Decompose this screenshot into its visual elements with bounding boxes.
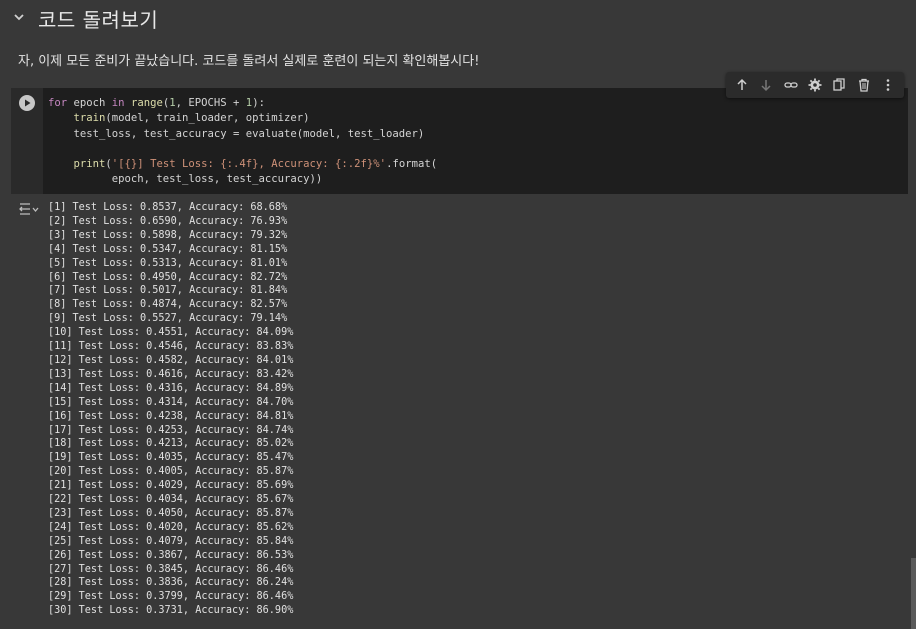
output-line: [2] Test Loss: 0.6590, Accuracy: 76.93% xyxy=(48,215,288,227)
arrow-down-icon xyxy=(761,80,771,92)
arrow-up-icon xyxy=(737,78,747,90)
settings-button[interactable] xyxy=(806,76,824,94)
output-line: [10] Test Loss: 0.4551, Accuracy: 84.09% xyxy=(48,327,294,339)
delete-button[interactable] xyxy=(855,76,873,94)
text-cell[interactable]: 자, 이제 모든 준비가 끝났습니다. 코드를 돌려서 실제로 훈련이 되는지 … xyxy=(18,50,479,69)
output-line: [29] Test Loss: 0.3799, Accuracy: 86.46% xyxy=(48,591,294,603)
mirror-cell-icon xyxy=(833,78,845,91)
output-line: [19] Test Loss: 0.4035, Accuracy: 85.47% xyxy=(48,452,294,464)
output-line: [24] Test Loss: 0.4020, Accuracy: 85.62% xyxy=(48,521,294,533)
code-cell[interactable]: for epoch in range(1, EPOCHS + 1): train… xyxy=(11,88,908,194)
output-line: [7] Test Loss: 0.5017, Accuracy: 81.84% xyxy=(48,285,288,297)
mirror-cell-button[interactable] xyxy=(830,76,848,94)
output-line: [14] Test Loss: 0.4316, Accuracy: 84.89% xyxy=(48,382,294,394)
code-line-1: for epoch in range(1, EPOCHS + 1): xyxy=(48,97,265,109)
code-line-6: epoch, test_loss, test_accuracy)) xyxy=(111,173,323,186)
output-line: [16] Test Loss: 0.4238, Accuracy: 84.81% xyxy=(48,410,294,422)
link-icon xyxy=(784,82,798,88)
output-line: [17] Test Loss: 0.4253, Accuracy: 84.74% xyxy=(48,424,294,436)
output-line: [9] Test Loss: 0.5527, Accuracy: 79.14% xyxy=(48,313,288,325)
output-line: [12] Test Loss: 0.4582, Accuracy: 84.01% xyxy=(48,354,294,366)
output-line: [23] Test Loss: 0.4050, Accuracy: 85.87% xyxy=(48,507,294,519)
output-line: [8] Test Loss: 0.4874, Accuracy: 82.57% xyxy=(48,299,288,311)
output-line: [1] Test Loss: 0.8537, Accuracy: 68.68% xyxy=(48,202,288,213)
move-up-button[interactable] xyxy=(733,76,751,94)
more-vert-icon xyxy=(886,79,890,91)
output-line: [27] Test Loss: 0.3845, Accuracy: 86.46% xyxy=(48,563,294,575)
output-line: [6] Test Loss: 0.4950, Accuracy: 82.72% xyxy=(48,271,288,283)
gear-icon xyxy=(808,78,822,92)
link-button[interactable] xyxy=(782,76,800,94)
output-menu-icon[interactable] xyxy=(19,202,39,216)
run-cell-button[interactable] xyxy=(19,95,35,111)
code-line-3: test_loss, test_accuracy = evaluate(mode… xyxy=(73,127,425,140)
section-title: 코드 돌려보기 xyxy=(38,8,159,32)
trash-icon xyxy=(858,78,869,92)
notebook-page: 코드 돌려보기 자, 이제 모든 준비가 끝났습니다. 코드를 돌려서 실제로 … xyxy=(0,0,916,629)
output-line: [21] Test Loss: 0.4029, Accuracy: 85.69% xyxy=(48,480,294,492)
output-line: [26] Test Loss: 0.3867, Accuracy: 86.53% xyxy=(48,549,294,561)
output-line: [25] Test Loss: 0.4079, Accuracy: 85.84% xyxy=(48,535,294,547)
output-line: [28] Test Loss: 0.3836, Accuracy: 86.24% xyxy=(48,577,294,589)
output-text: [1] Test Loss: 0.8537, Accuracy: 68.68% [… xyxy=(48,201,293,618)
output-line: [18] Test Loss: 0.4213, Accuracy: 85.02% xyxy=(48,438,294,450)
output-line: [30] Test Loss: 0.3731, Accuracy: 86.90% xyxy=(48,605,294,617)
move-down-button[interactable] xyxy=(757,76,775,94)
section-header[interactable]: 코드 돌려보기 xyxy=(0,0,916,36)
cell-toolbar xyxy=(726,72,904,98)
play-icon xyxy=(25,99,31,107)
scrollbar[interactable] xyxy=(911,558,916,629)
chevron-down-icon[interactable] xyxy=(12,10,26,24)
code-line-2: train(model, train_loader, optimizer) xyxy=(73,112,310,125)
output-line: [11] Test Loss: 0.4546, Accuracy: 83.83% xyxy=(48,341,294,353)
output-line: [22] Test Loss: 0.4034, Accuracy: 85.67% xyxy=(48,494,294,506)
code-line-5: print('[{}] Test Loss: {:.4f}, Accuracy:… xyxy=(73,158,438,171)
code-editor[interactable]: for epoch in range(1, EPOCHS + 1): train… xyxy=(48,96,437,188)
output-line: [5] Test Loss: 0.5313, Accuracy: 81.01% xyxy=(48,257,288,269)
output-line: [13] Test Loss: 0.4616, Accuracy: 83.42% xyxy=(48,368,294,380)
output-line: [15] Test Loss: 0.4314, Accuracy: 84.70% xyxy=(48,396,294,408)
output-line: [3] Test Loss: 0.5898, Accuracy: 79.32% xyxy=(48,229,288,241)
more-options-button[interactable] xyxy=(879,76,897,94)
output-line: [4] Test Loss: 0.5347, Accuracy: 81.15% xyxy=(48,243,288,255)
output-line: [20] Test Loss: 0.4005, Accuracy: 85.87% xyxy=(48,466,294,478)
code-gutter xyxy=(11,88,43,194)
cell-output: [1] Test Loss: 0.8537, Accuracy: 68.68% [… xyxy=(11,195,908,629)
